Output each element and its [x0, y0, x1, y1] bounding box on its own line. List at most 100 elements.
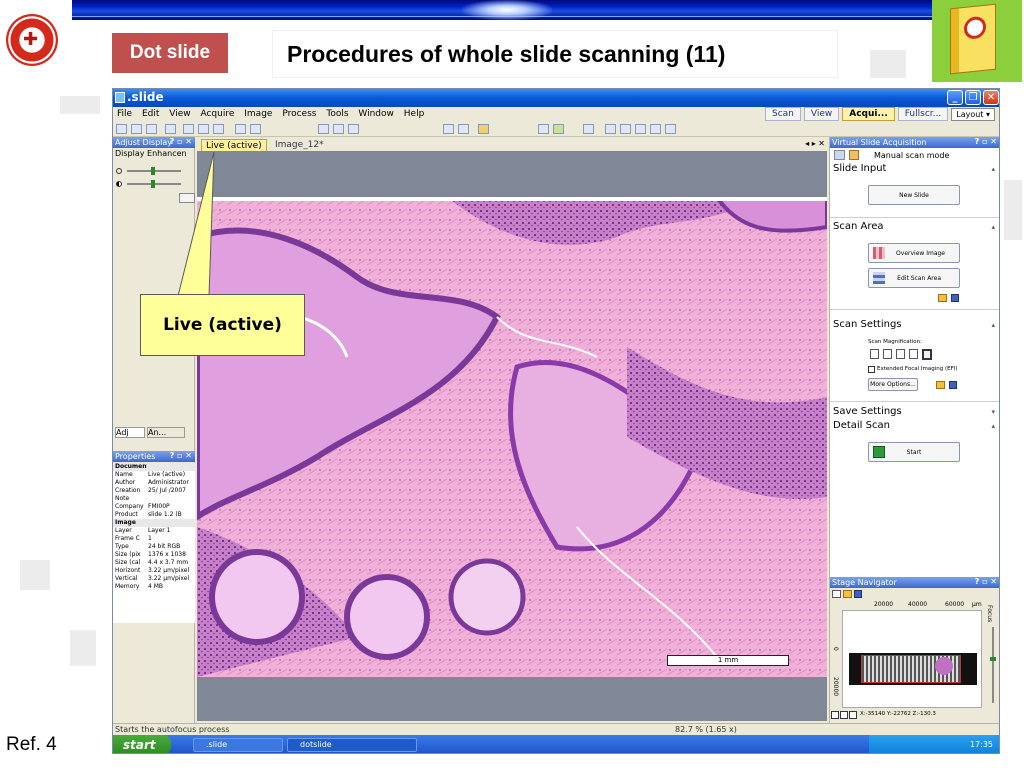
stage-navigator-header: Stage Navigator ? ▫ ✕	[830, 577, 999, 588]
properties-pin-close-icon[interactable]: ? ▫ ✕	[170, 451, 192, 460]
camera-icon[interactable]	[443, 124, 454, 134]
more-options-button[interactable]: More Options...	[868, 378, 918, 391]
start-scan-button[interactable]: Start	[868, 442, 960, 462]
navigator-tool-icon[interactable]	[832, 590, 841, 598]
university-logo-icon: ✚	[6, 14, 58, 66]
start-label: Start	[906, 448, 922, 456]
properties-row: Name Live (active)	[115, 471, 186, 478]
save-icon[interactable]	[146, 124, 157, 134]
save-settings-expand-icon[interactable]: ▾	[991, 408, 995, 416]
task-slide[interactable]: .slide	[193, 738, 283, 752]
detail-scan-expand-icon[interactable]: ▴	[991, 422, 995, 430]
scan-area-expand-icon[interactable]: ▴	[991, 223, 995, 231]
acquisition-pin-close-icon[interactable]: ? ▫ ✕	[975, 137, 997, 146]
mode-tab-scan[interactable]: Scan	[765, 107, 801, 121]
brightness-icon	[116, 168, 122, 174]
autofocus-icon[interactable]	[538, 124, 549, 134]
print-icon[interactable]	[165, 124, 176, 134]
magnification-4-icon[interactable]	[909, 349, 918, 359]
magnification-2-icon[interactable]	[883, 349, 892, 359]
minimize-button[interactable]: _	[947, 90, 963, 105]
grid-icon[interactable]	[333, 124, 344, 134]
undo-icon[interactable]	[235, 124, 246, 134]
mode-tab-fullscreen[interactable]: Fullscr...	[897, 107, 949, 121]
scan-mode-arrow-icon[interactable]	[849, 150, 859, 160]
scan-area-title[interactable]: Scan Area	[833, 221, 884, 232]
doc-tab-live[interactable]: Live (active)	[201, 139, 267, 151]
zoom-icon[interactable]	[348, 124, 359, 134]
properties-row: Note	[115, 495, 130, 502]
magnification-5-icon[interactable]	[922, 349, 932, 360]
detail-scan-title[interactable]: Detail Scan	[833, 420, 890, 431]
scan-mode-icon[interactable]	[834, 150, 845, 160]
zoom-out-icon[interactable]	[831, 711, 839, 719]
mode-tab-view[interactable]: View	[803, 107, 840, 121]
live-image-view[interactable]: 1 mm	[197, 197, 827, 677]
menu-process[interactable]: Process	[282, 107, 316, 121]
navigator-save-icon[interactable]	[854, 590, 862, 598]
new-slide-button[interactable]: New Slide	[868, 185, 960, 205]
objective-2-icon[interactable]	[620, 124, 631, 134]
open-folder-icon[interactable]	[938, 294, 947, 302]
left-panel-tab-adjust[interactable]: Adj	[115, 427, 145, 438]
stage-map[interactable]	[842, 610, 982, 708]
navigator-pin-close-icon[interactable]: ? ▫ ✕	[975, 577, 997, 586]
panel-pin-close-icon[interactable]: ? ▫ ✕	[170, 137, 192, 146]
menu-edit[interactable]: Edit	[142, 107, 159, 121]
save-settings-title[interactable]: Save Settings	[833, 406, 902, 417]
menu-view[interactable]: View	[169, 107, 190, 121]
scan-settings-expand-icon[interactable]: ▴	[991, 321, 995, 329]
menu-tools[interactable]: Tools	[326, 107, 348, 121]
overview-image-button[interactable]: Overview Image	[868, 243, 960, 263]
efi-checkbox[interactable]	[868, 366, 875, 373]
mode-tab-acquire[interactable]: Acqui...	[842, 107, 895, 121]
close-button[interactable]: ✕	[983, 90, 999, 105]
restore-button[interactable]: ❐	[965, 90, 981, 105]
new-icon[interactable]	[116, 124, 127, 134]
slide-input-title[interactable]: Slide Input	[833, 163, 886, 174]
efi-label: Extended Focal Imaging (EFI)	[877, 366, 958, 372]
slide-input-expand-icon[interactable]: ▴	[991, 165, 995, 173]
doc-tab-image[interactable]: Image_12*	[271, 139, 328, 151]
menu-window[interactable]: Window	[358, 107, 394, 121]
background-shape	[70, 630, 96, 666]
task-dotslide[interactable]: dotslide	[287, 738, 417, 752]
objective-5-icon[interactable]	[665, 124, 676, 134]
objective-icon[interactable]	[583, 124, 594, 134]
menu-image[interactable]: Image	[244, 107, 272, 121]
paste-icon[interactable]	[213, 124, 224, 134]
cut-icon[interactable]	[183, 124, 194, 134]
magnification-1-icon[interactable]	[870, 349, 879, 359]
center-icon[interactable]	[849, 711, 857, 719]
document-tabs: Live (active) Image_12* ◂ ▸ ✕	[197, 139, 827, 151]
contrast-slider[interactable]	[127, 180, 181, 188]
objective-4-icon[interactable]	[650, 124, 661, 134]
settings-save-icon[interactable]	[949, 381, 957, 389]
magnification-3-icon[interactable]	[896, 349, 905, 359]
doc-tabs-close-icon[interactable]: ◂ ▸ ✕	[805, 139, 825, 148]
scan-settings-title[interactable]: Scan Settings	[833, 319, 902, 330]
start-button[interactable]: start	[113, 735, 171, 753]
menu-file[interactable]: File	[117, 107, 132, 121]
layout-dropdown[interactable]: Layout ▾	[951, 108, 995, 121]
save-disk-icon[interactable]	[951, 294, 959, 302]
af-icon[interactable]	[553, 124, 564, 134]
brightness-slider[interactable]	[127, 167, 181, 175]
left-panel-tab-annotation[interactable]: An...	[147, 427, 185, 438]
objective-3-icon[interactable]	[635, 124, 646, 134]
edit-scan-area-button[interactable]: Edit Scan Area	[868, 268, 960, 288]
redo-icon[interactable]	[250, 124, 261, 134]
menu-acquire[interactable]: Acquire	[200, 107, 234, 121]
focus-slider[interactable]	[990, 627, 996, 703]
default-button[interactable]	[179, 193, 195, 203]
live-icon[interactable]	[458, 124, 469, 134]
settings-open-icon[interactable]	[936, 381, 945, 389]
open-icon[interactable]	[131, 124, 142, 134]
copy-icon[interactable]	[198, 124, 209, 134]
objective-1-icon[interactable]	[605, 124, 616, 134]
zoom-fit-icon[interactable]	[318, 124, 329, 134]
menu-help[interactable]: Help	[404, 107, 425, 121]
exposure-icon[interactable]	[478, 124, 489, 134]
zoom-in-icon[interactable]	[840, 711, 848, 719]
navigator-open-icon[interactable]	[843, 590, 852, 598]
